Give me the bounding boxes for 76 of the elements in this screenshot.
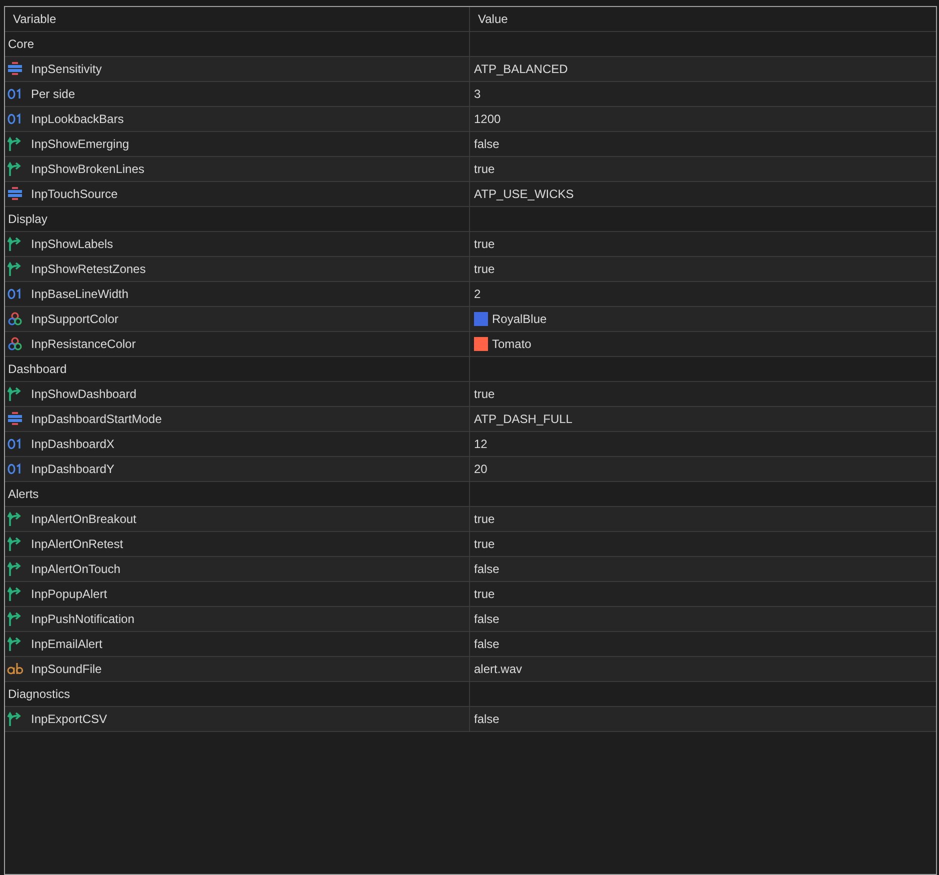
number-icon — [7, 463, 23, 475]
variable-name: Per side — [31, 86, 76, 103]
variable-name: InpResistanceColor — [31, 336, 136, 353]
number-icon — [7, 288, 23, 300]
variable-name: InpEmailAlert — [31, 636, 102, 653]
number-icon — [7, 113, 23, 125]
branch-arrow-icon — [7, 136, 23, 152]
branch-arrow-icon — [7, 511, 23, 527]
variable-name: InpLookbackBars — [31, 111, 124, 128]
color-circles-icon — [7, 311, 23, 327]
variable-value[interactable]: true — [474, 160, 495, 178]
text-type-icon — [7, 663, 23, 675]
number-icon — [7, 438, 23, 450]
variable-name: InpShowDashboard — [31, 386, 136, 403]
branch-arrow-icon — [7, 636, 23, 652]
variable-name: InpDashboardStartMode — [31, 411, 162, 428]
variable-name: InpShowLabels — [31, 236, 114, 253]
group-header: Display — [5, 207, 470, 231]
variable-value[interactable]: ATP_BALANCED — [474, 60, 568, 78]
variable-value[interactable]: alert.wav — [474, 660, 522, 678]
branch-arrow-icon — [7, 561, 23, 577]
list-icon — [7, 187, 23, 201]
group-header: Alerts — [5, 482, 470, 506]
group-header: Core — [5, 32, 470, 56]
variable-name: InpAlertOnBreakout — [31, 511, 136, 528]
variable-name: InpPushNotification — [31, 611, 134, 628]
variable-value[interactable]: false — [474, 635, 500, 653]
variable-name: InpAlertOnTouch — [31, 561, 120, 578]
variable-value[interactable]: ATP_USE_WICKS — [474, 185, 574, 203]
branch-arrow-icon — [7, 161, 23, 177]
variable-name: InpDashboardY — [31, 461, 114, 478]
list-icon — [7, 62, 23, 76]
variable-value[interactable]: 1200 — [474, 110, 501, 128]
variable-value[interactable]: false — [474, 560, 500, 578]
variable-value[interactable]: true — [474, 510, 495, 528]
variable-name: InpSensitivity — [31, 61, 102, 78]
variable-name: InpBaseLineWidth — [31, 286, 128, 303]
variable-name: InpAlertOnRetest — [31, 536, 124, 553]
variable-value[interactable]: true — [474, 260, 495, 278]
variable-name: InpShowBrokenLines — [31, 161, 144, 178]
color-circles-icon — [7, 336, 23, 352]
variable-name: InpSupportColor — [31, 311, 118, 328]
variable-value[interactable]: 2 — [474, 285, 481, 303]
variable-name: InpPopupAlert — [31, 586, 108, 603]
branch-arrow-icon — [7, 536, 23, 552]
variable-value[interactable]: false — [474, 710, 500, 728]
variable-name: InpTouchSource — [31, 186, 118, 203]
variable-value[interactable]: ATP_DASH_FULL — [474, 410, 572, 428]
branch-arrow-icon — [7, 611, 23, 627]
variable-name: InpSoundFile — [31, 661, 102, 678]
variable-name: InpExportCSV — [31, 711, 108, 728]
branch-arrow-icon — [7, 386, 23, 402]
group-header: Diagnostics — [5, 682, 470, 706]
branch-arrow-icon — [7, 586, 23, 602]
number-icon — [7, 88, 23, 100]
variable-name: InpDashboardX — [31, 436, 114, 453]
branch-arrow-icon — [7, 236, 23, 252]
variable-value[interactable]: true — [474, 385, 495, 403]
variable-name: InpShowEmerging — [31, 136, 130, 153]
branch-arrow-icon — [7, 711, 23, 727]
variable-value[interactable]: true — [474, 535, 495, 553]
variable-value[interactable]: RoyalBlue — [492, 310, 547, 328]
variable-value[interactable]: 20 — [474, 460, 488, 478]
variable-value[interactable]: false — [474, 135, 500, 153]
variable-value[interactable]: Tomato — [492, 335, 532, 353]
column-header: Variable — [5, 7, 470, 31]
list-icon — [7, 412, 23, 426]
variable-name: InpShowRetestZones — [31, 261, 146, 278]
variable-value[interactable]: true — [474, 235, 495, 253]
variable-value[interactable]: true — [474, 585, 495, 603]
variable-value[interactable]: 3 — [474, 85, 481, 103]
variable-value[interactable]: false — [474, 610, 500, 628]
branch-arrow-icon — [7, 261, 23, 277]
column-header: Value — [477, 11, 509, 28]
variable-value[interactable]: 12 — [474, 435, 488, 453]
group-header: Dashboard — [5, 357, 470, 381]
